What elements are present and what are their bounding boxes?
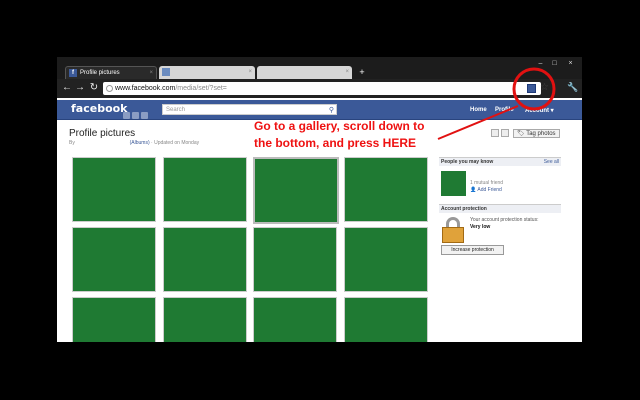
url-host: www.facebook.com xyxy=(115,85,176,92)
mutual-friends-text[interactable]: 1 mutual friend xyxy=(470,180,503,186)
tag-photos-label: Tag photos xyxy=(526,131,556,137)
see-all-link[interactable]: See all xyxy=(544,158,559,167)
nav-profile[interactable]: Profile xyxy=(495,107,514,113)
browser-window: f Profile pictures × × × + – □ × ← → ↻ w… xyxy=(57,57,582,342)
nav-account[interactable]: Account ▾ xyxy=(525,107,554,114)
tag-icon: 🏷 xyxy=(517,131,525,137)
photo-thumbnail[interactable] xyxy=(253,297,337,342)
search-placeholder: Search xyxy=(166,107,186,113)
close-tab-icon[interactable]: × xyxy=(149,67,153,79)
list-view-button[interactable] xyxy=(501,129,509,137)
photo-thumbnail[interactable] xyxy=(253,227,337,292)
protection-level: Very low xyxy=(470,224,491,230)
subtitle-by: By xyxy=(69,140,75,146)
notification-icons xyxy=(123,106,153,119)
nav-home[interactable]: Home xyxy=(470,107,487,113)
close-tab-icon[interactable]: × xyxy=(345,66,349,79)
annotation-line-1: Go to a gallery, scroll down to xyxy=(254,119,425,133)
back-button[interactable]: ← xyxy=(61,82,73,94)
annotation-line-2: the bottom, and press HERE xyxy=(254,136,417,150)
tab-profile-pictures[interactable]: f Profile pictures × xyxy=(65,66,157,79)
wrench-menu-icon[interactable]: 🔧 xyxy=(567,82,578,93)
updated-text: · Updated on Monday xyxy=(151,140,200,146)
facebook-header: facebook Search ⚲ Home Profile Account ▾ xyxy=(57,100,582,120)
messages-icon[interactable] xyxy=(132,112,139,119)
add-friend-label: Add Friend xyxy=(477,187,502,193)
address-bar[interactable]: www.facebook.com/media/set/?set= xyxy=(103,82,541,95)
pymk-heading-label: People you may know xyxy=(441,159,494,165)
albums-link[interactable]: (Albums) xyxy=(130,140,150,146)
close-tab-icon[interactable]: × xyxy=(248,66,252,79)
tab-background[interactable]: × xyxy=(257,66,352,79)
search-icon[interactable]: ⚲ xyxy=(329,105,334,116)
notifications-icon[interactable] xyxy=(141,112,148,119)
photo-thumbnail[interactable] xyxy=(163,227,247,292)
page-title: Profile pictures xyxy=(69,128,136,139)
photo-thumbnail[interactable] xyxy=(253,157,339,224)
tab-favicon-icon xyxy=(162,68,170,76)
close-window-button[interactable]: × xyxy=(565,59,576,68)
grid-view-button[interactable] xyxy=(491,129,499,137)
photo-thumbnail[interactable] xyxy=(163,157,247,222)
suggested-friend-avatar[interactable] xyxy=(441,171,466,196)
reload-button[interactable]: ↻ xyxy=(88,82,100,94)
minimize-button[interactable]: – xyxy=(535,59,546,68)
tag-photos-button[interactable]: 🏷 Tag photos xyxy=(513,129,560,138)
photo-thumbnail[interactable] xyxy=(72,227,156,292)
tab-background[interactable]: × xyxy=(159,66,255,79)
photo-thumbnail[interactable] xyxy=(344,227,428,292)
tab-strip: f Profile pictures × × × + – □ × xyxy=(57,57,582,79)
bookmark-star-icon[interactable]: ☆ xyxy=(540,82,549,93)
forward-button[interactable]: → xyxy=(74,82,86,94)
extension-button-icon[interactable] xyxy=(527,84,536,93)
instruction-annotation: Go to a gallery, scroll down to the bott… xyxy=(254,118,444,152)
photo-thumbnail[interactable] xyxy=(72,157,156,222)
photo-thumbnail[interactable] xyxy=(72,297,156,342)
facebook-logo[interactable]: facebook xyxy=(71,102,128,115)
url-path: /media/set/?set= xyxy=(175,85,227,92)
browser-toolbar: ← → ↻ www.facebook.com/media/set/?set= xyxy=(57,79,582,98)
facebook-favicon-icon: f xyxy=(69,69,77,77)
padlock-icon xyxy=(442,217,466,243)
maximize-button[interactable]: □ xyxy=(549,59,560,68)
increase-protection-button[interactable]: Increase protection xyxy=(441,245,504,255)
people-you-may-know-heading: People you may know See all xyxy=(439,157,561,166)
protection-status-text: Your account protection status: xyxy=(470,217,539,223)
search-input[interactable]: Search ⚲ xyxy=(162,104,337,115)
photo-thumbnail[interactable] xyxy=(344,157,428,222)
page-subtitle: By (Albums) · Updated on Monday xyxy=(69,140,199,146)
account-protection-heading: Account protection xyxy=(439,204,561,213)
protection-heading-label: Account protection xyxy=(441,206,487,212)
add-friend-icon: 👤 xyxy=(470,187,477,193)
tab-label: Profile pictures xyxy=(80,70,120,76)
globe-icon xyxy=(106,85,113,92)
friend-requests-icon[interactable] xyxy=(123,112,130,119)
add-friend-link[interactable]: 👤 Add Friend xyxy=(470,187,502,193)
photo-thumbnail[interactable] xyxy=(344,297,428,342)
photo-thumbnail[interactable] xyxy=(163,297,247,342)
new-tab-button[interactable]: + xyxy=(357,68,367,77)
